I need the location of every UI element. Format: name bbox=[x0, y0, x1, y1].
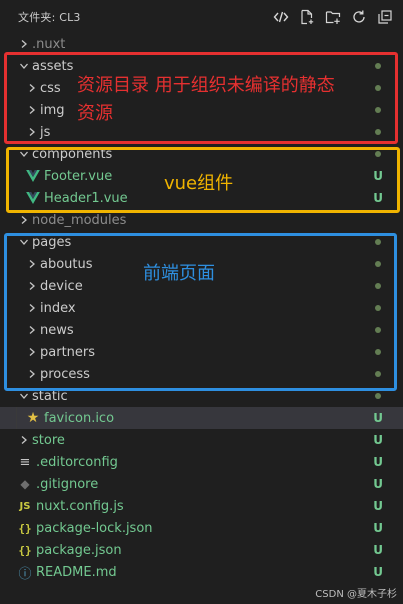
assets-highlight-box bbox=[4, 52, 398, 144]
tree-item-store[interactable]: store U bbox=[0, 429, 403, 451]
git-untracked-badge: U bbox=[373, 565, 383, 579]
refresh-icon[interactable] bbox=[349, 7, 369, 27]
explorer-header: 文件夹: CL3 bbox=[0, 0, 403, 33]
git-modified-dot bbox=[375, 393, 381, 399]
git-untracked-badge: U bbox=[373, 499, 383, 513]
tree-item-editorconfig[interactable]: ≡ .editorconfig U bbox=[0, 451, 403, 473]
git-untracked-badge: U bbox=[373, 411, 383, 425]
pages-annotation: 前端页面 bbox=[143, 263, 215, 284]
tree-item-gitignore[interactable]: ◆ .gitignore U bbox=[0, 473, 403, 495]
js-file-icon: JS bbox=[19, 500, 31, 512]
git-untracked-badge: U bbox=[373, 455, 383, 469]
tree-item-package-lock-json[interactable]: {} package-lock.json U bbox=[0, 517, 403, 539]
git-untracked-badge: U bbox=[373, 477, 383, 491]
explorer-panel: 文件夹: CL3 .nuxt assets css img js components Fo… bbox=[0, 0, 403, 604]
git-untracked-badge: U bbox=[373, 521, 383, 535]
tree-item-favicon-ico[interactable]: ★ favicon.ico U bbox=[0, 407, 403, 429]
tree-item-readme-md[interactable]: ⓘ README.md U bbox=[0, 561, 403, 583]
new-folder-icon[interactable] bbox=[323, 7, 343, 27]
git-untracked-badge: U bbox=[373, 543, 383, 557]
tree-item-package-json[interactable]: {} package.json U bbox=[0, 539, 403, 561]
tree-item-label: README.md bbox=[36, 564, 117, 580]
watermark: CSDN @夏木子杉 bbox=[315, 589, 397, 600]
json-file-icon: {} bbox=[18, 521, 32, 535]
tree-item-nuxt-config-js[interactable]: JS nuxt.config.js U bbox=[0, 495, 403, 517]
chevron-right-icon[interactable] bbox=[16, 429, 32, 451]
components-annotation: vue组件 bbox=[164, 173, 234, 194]
tree-item-label: .editorconfig bbox=[36, 454, 118, 470]
code-icon[interactable] bbox=[271, 7, 291, 27]
tree-item-label: node_modules bbox=[32, 212, 127, 228]
config-file-icon: ≡ bbox=[19, 454, 31, 470]
header-actions bbox=[271, 7, 395, 27]
tree-item-label: favicon.ico bbox=[44, 410, 115, 426]
assets-annotation-line2: 资源 bbox=[77, 103, 113, 124]
tree-item-label: .gitignore bbox=[36, 476, 99, 492]
tree-item-label: nuxt.config.js bbox=[36, 498, 124, 514]
tree-item-label: package-lock.json bbox=[36, 520, 153, 536]
assets-annotation-line1: 资源目录 用于组织未编译的静态 bbox=[77, 75, 335, 96]
pages-highlight-box bbox=[4, 233, 397, 391]
tree-item-label: store bbox=[32, 432, 65, 448]
favicon-star-icon: ★ bbox=[26, 410, 40, 426]
tree-item-label: .nuxt bbox=[32, 36, 66, 52]
tree-item-label: package.json bbox=[36, 542, 122, 558]
new-file-icon[interactable] bbox=[297, 7, 317, 27]
info-file-icon: ⓘ bbox=[18, 566, 32, 582]
indent-guide-static bbox=[16, 407, 17, 429]
json-file-icon: {} bbox=[18, 543, 32, 557]
collapse-all-icon[interactable] bbox=[375, 7, 395, 27]
git-file-icon: ◆ bbox=[20, 477, 30, 491]
workspace-title: 文件夹: CL3 bbox=[18, 10, 81, 24]
git-untracked-badge: U bbox=[373, 433, 383, 447]
